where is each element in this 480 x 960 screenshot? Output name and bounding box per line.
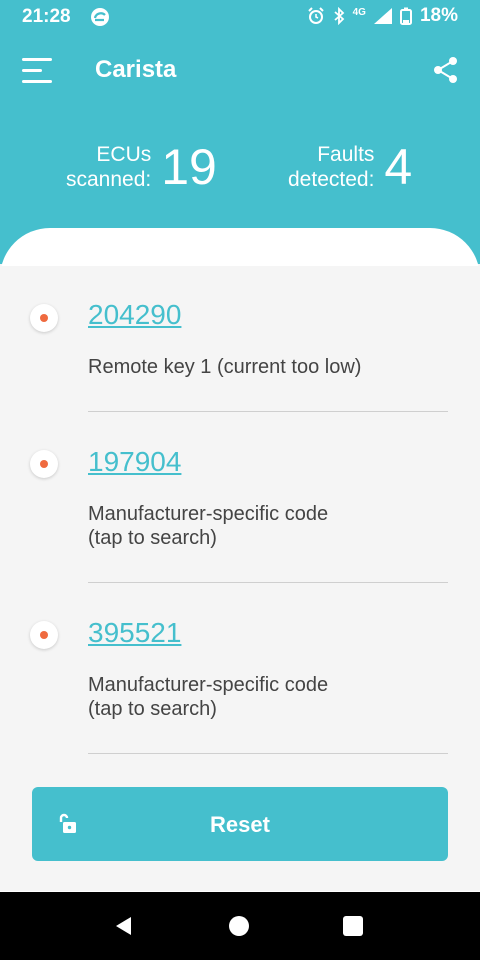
battery-icon	[399, 7, 412, 25]
fault-indicator-dot	[30, 450, 58, 478]
share-icon[interactable]	[432, 56, 460, 84]
faults-detected-stat: Faults detected: 4	[288, 142, 412, 192]
reset-label: Reset	[210, 812, 270, 837]
status-bar: 21:28 4G 18%	[0, 0, 480, 34]
home-icon[interactable]	[229, 916, 249, 936]
status-time: 21:28	[22, 6, 71, 27]
fault-desc-line2: (tap to search)	[88, 527, 217, 549]
ecus-label-line1: ECUs	[96, 143, 152, 166]
back-icon[interactable]	[112, 914, 136, 938]
sync-icon	[91, 8, 109, 26]
system-nav-bar	[0, 892, 480, 960]
fault-code-link[interactable]: 395521	[88, 617, 181, 649]
signal-icon	[373, 8, 392, 24]
faults-detected-value: 4	[384, 139, 413, 195]
ecus-label-line2: scanned:	[66, 168, 152, 191]
battery-percent: 18%	[419, 5, 458, 26]
recents-icon[interactable]	[343, 916, 363, 936]
fault-desc-line1: Manufacturer-specific code	[88, 674, 329, 696]
fault-code-link[interactable]: 197904	[88, 446, 181, 478]
status-icons: 4G 18%	[307, 5, 458, 27]
network-type: 4G	[352, 7, 366, 18]
fault-indicator-dot	[30, 304, 58, 332]
ecus-scanned-value: 19	[161, 139, 217, 195]
fault-desc-line1: Remote key 1 (current too low)	[88, 356, 362, 378]
app-title: Carista	[95, 56, 177, 83]
fault-desc-line2: (tap to search)	[88, 698, 217, 720]
fault-description: Manufacturer-specific code (tap to searc…	[88, 502, 418, 550]
bluetooth-icon	[334, 7, 344, 25]
reset-button[interactable]: Reset	[32, 787, 448, 861]
divider	[88, 411, 448, 412]
fault-description: Manufacturer-specific code (tap to searc…	[88, 673, 418, 721]
ecus-scanned-stat: ECUs scanned: 19	[66, 142, 217, 192]
ecus-scanned-label: ECUs scanned:	[66, 142, 151, 192]
fault-description: Remote key 1 (current too low)	[88, 355, 418, 379]
divider	[88, 582, 448, 583]
faults-label-line2: detected:	[288, 168, 375, 191]
faults-label-line1: Faults	[317, 143, 375, 166]
divider	[88, 753, 448, 754]
fault-indicator-dot	[30, 621, 58, 649]
fault-code-link[interactable]: 204290	[88, 299, 181, 331]
hamburger-menu-icon[interactable]	[22, 56, 54, 86]
alarm-icon	[307, 7, 324, 24]
faults-detected-label: Faults detected:	[288, 142, 374, 192]
fault-desc-line1: Manufacturer-specific code	[88, 503, 329, 525]
